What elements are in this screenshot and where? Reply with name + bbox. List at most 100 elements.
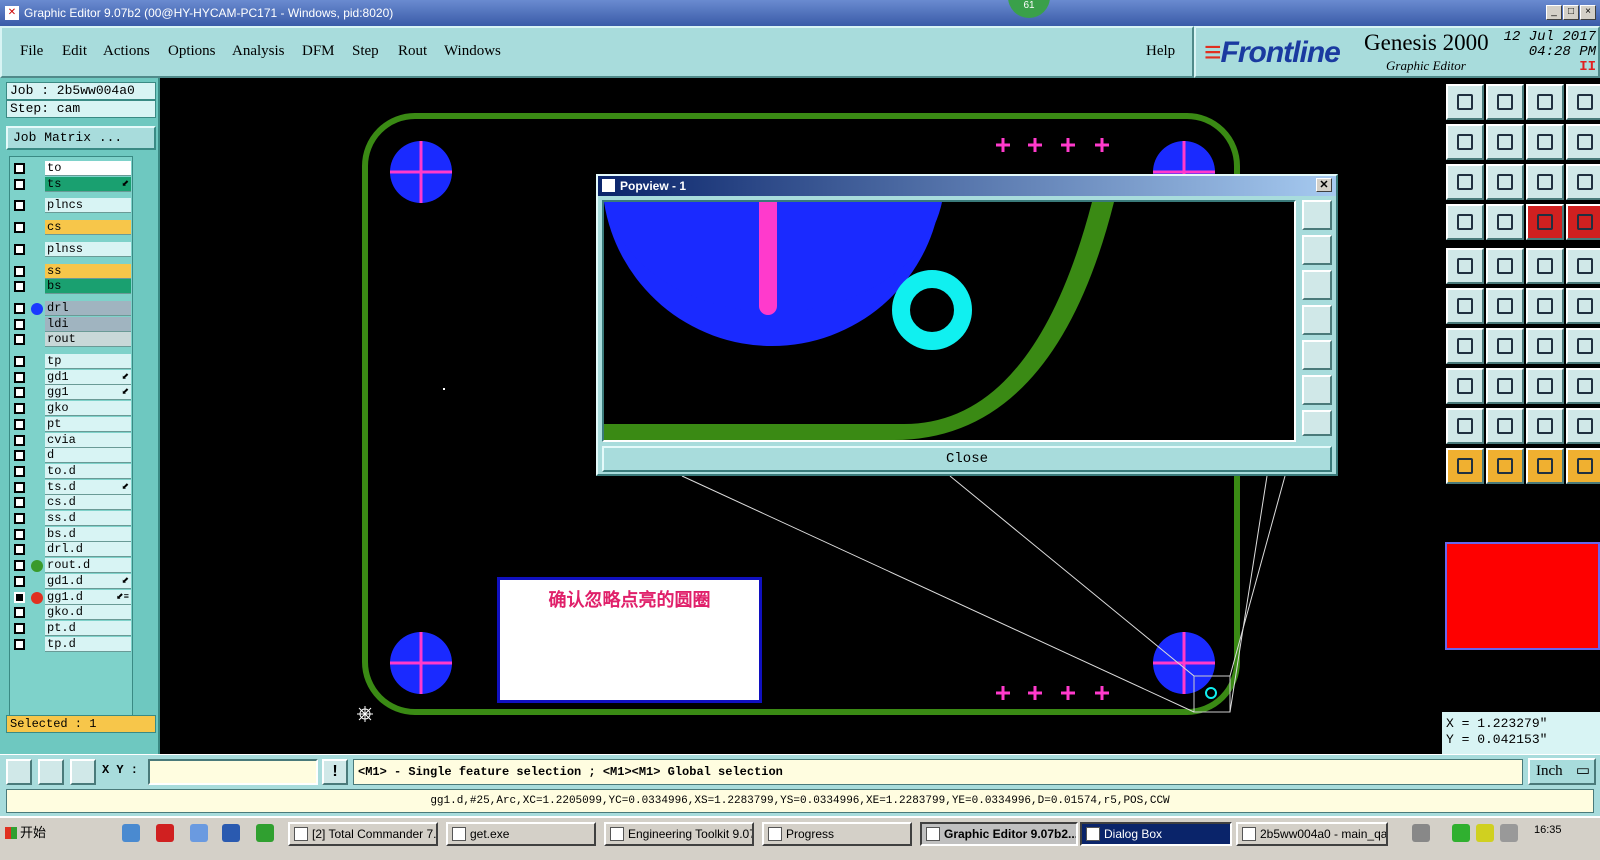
save-button[interactable] [1486, 84, 1524, 120]
layer-name[interactable]: gg1.d ⬋≡ [45, 589, 131, 605]
menu-step[interactable]: Step [352, 43, 379, 60]
layer-checkbox[interactable] [14, 544, 25, 556]
layer-name[interactable]: pt.d [45, 620, 131, 636]
layer-checkbox[interactable] [14, 200, 25, 212]
pan-button[interactable] [1526, 124, 1564, 160]
layer-checkbox[interactable] [14, 591, 25, 603]
layer-name[interactable]: d [45, 448, 131, 464]
layer-name[interactable]: plnss [45, 241, 131, 257]
layer-name[interactable]: cs.d [45, 495, 131, 511]
popview-home-button[interactable] [1302, 410, 1332, 436]
popview-close-icon[interactable]: ✕ [1316, 178, 1332, 192]
layer-checkbox[interactable] [14, 387, 25, 399]
layer-row-bs[interactable]: bs [10, 279, 134, 295]
task-progress[interactable]: Progress [762, 822, 912, 846]
layer-checkbox[interactable] [14, 356, 25, 367]
rotate-button[interactable] [1566, 288, 1600, 324]
layer-name[interactable]: rout [45, 332, 131, 348]
layer-checkbox[interactable] [14, 222, 25, 234]
layer-checkbox[interactable] [14, 403, 25, 415]
scale-button[interactable] [1526, 368, 1564, 404]
layer-row-bs-d[interactable]: bs.d [10, 526, 134, 542]
layer-name[interactable]: ss.d [45, 511, 131, 526]
text-c-button[interactable] [1526, 408, 1564, 444]
snap-button[interactable] [6, 759, 32, 785]
popview-pan-up-button[interactable] [1302, 235, 1332, 265]
help-button[interactable] [1566, 164, 1600, 200]
layer-name[interactable]: tp.d [45, 636, 131, 652]
layer-row-rout[interactable]: rout [10, 332, 134, 348]
cut-button[interactable] [1486, 204, 1524, 240]
layer-checkbox[interactable] [14, 318, 25, 330]
layer-checkbox[interactable] [14, 497, 25, 509]
layer-checkbox[interactable] [14, 371, 25, 383]
menu-options[interactable]: Options [168, 43, 216, 60]
layer-checkbox[interactable] [14, 265, 25, 277]
layer-name[interactable]: gd1.d ⬋ [45, 573, 131, 589]
layer-name[interactable]: gko [45, 401, 131, 417]
popview-fit-button[interactable] [1302, 375, 1332, 405]
layer-row-d[interactable]: d [10, 448, 134, 464]
printer-icon[interactable] [1412, 824, 1430, 842]
layer-name[interactable]: cvia [45, 432, 131, 448]
task-main-qa[interactable]: 2b5ww004a0 - main_qa [1236, 822, 1388, 846]
task-engineering-toolkit[interactable]: Engineering Toolkit 9.07... [604, 822, 754, 846]
add-dot-button[interactable] [1566, 248, 1600, 284]
layer-name[interactable]: ts.d ⬋ [45, 479, 131, 495]
zoom-in-button[interactable] [1446, 124, 1484, 160]
layer-row-gg1[interactable]: gg1 ⬋ [10, 385, 134, 401]
move-button[interactable] [1446, 288, 1484, 324]
popview-pan-down-button[interactable] [1302, 270, 1332, 300]
layer-row-gko[interactable]: gko [10, 401, 134, 417]
layer-checkbox[interactable] [14, 622, 25, 634]
layer-name[interactable]: ldi [45, 316, 131, 332]
unit-selector[interactable]: Inch ▭ [1528, 758, 1596, 785]
layer-row-drl[interactable]: drl [10, 300, 134, 316]
menu-edit[interactable]: Edit [62, 43, 87, 60]
layer-checkbox[interactable] [14, 528, 25, 540]
break-button[interactable] [1486, 368, 1524, 404]
arc-tool-button[interactable] [1486, 328, 1524, 364]
layer-checkbox[interactable] [14, 243, 25, 255]
job-matrix-button[interactable]: Job Matrix ... [6, 126, 156, 150]
fit-button[interactable] [1446, 164, 1484, 200]
layer-checkbox[interactable] [14, 450, 25, 462]
grid-button[interactable] [70, 759, 96, 785]
layer-row-gg1-d[interactable]: gg1.d ⬋≡ [10, 589, 134, 605]
layer-row-drl-d[interactable]: drl.d [10, 542, 134, 558]
delete-button[interactable] [1486, 288, 1524, 324]
layer-name[interactable]: ts ⬋ [45, 176, 131, 192]
menu-dfm[interactable]: DFM [302, 43, 335, 60]
text-a-button[interactable] [1446, 408, 1484, 444]
menu-rout[interactable]: Rout [398, 43, 427, 60]
layer-checkbox[interactable] [14, 575, 25, 587]
layer-row-rout-d[interactable]: rout.d [10, 558, 134, 574]
task-dialog-box[interactable]: Dialog Box [1080, 822, 1232, 846]
menu-help[interactable]: Help [1146, 43, 1175, 60]
layer-name[interactable]: bs [45, 279, 131, 295]
close-button[interactable]: × [1580, 5, 1596, 20]
network-icon[interactable] [1452, 824, 1470, 842]
popview-close-button[interactable]: Close [602, 446, 1332, 472]
layer-row-to-d[interactable]: to.d [10, 463, 134, 479]
alert-button[interactable]: ! [322, 759, 348, 785]
open-step-button[interactable] [1446, 84, 1484, 120]
task-graphic-editor[interactable]: Graphic Editor 9.07b2... [920, 822, 1078, 846]
layer-row-ts-d[interactable]: ts.d ⬋ [10, 479, 134, 495]
line-tool-button[interactable] [1446, 328, 1484, 364]
select-touch-button[interactable] [1526, 448, 1564, 484]
layer-checkbox[interactable] [14, 607, 25, 619]
popview-pan-left-button[interactable] [1302, 305, 1332, 335]
menu-file[interactable]: File [20, 43, 43, 60]
layer-name[interactable]: ss [45, 263, 131, 279]
text-d-button[interactable] [1566, 408, 1600, 444]
layer-row-gko-d[interactable]: gko.d [10, 605, 134, 621]
popview-pan-right-button[interactable] [1302, 340, 1332, 370]
layer-checkbox[interactable] [14, 163, 25, 174]
layer-checkbox[interactable] [14, 334, 25, 346]
tray-icon[interactable] [1476, 824, 1494, 842]
quicklaunch-icon[interactable] [122, 824, 140, 842]
layer-checkbox[interactable] [14, 638, 25, 650]
center-button[interactable] [1486, 164, 1524, 200]
route-button[interactable] [1566, 204, 1600, 240]
